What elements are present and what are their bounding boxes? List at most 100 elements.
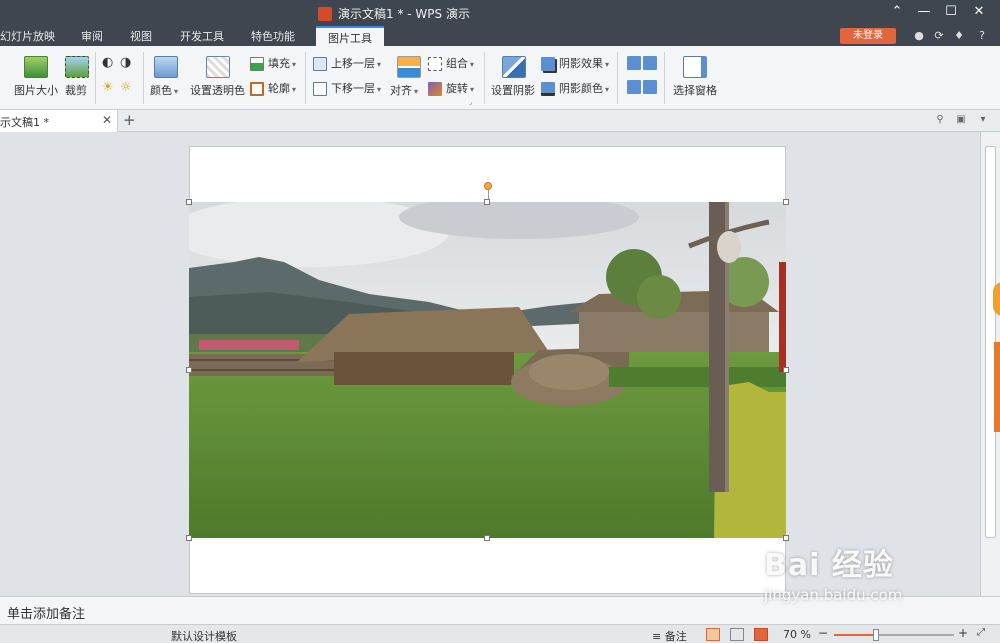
rotate-handle[interactable] — [484, 182, 492, 190]
resize-handle-right[interactable] — [783, 367, 789, 373]
chevron-up-icon[interactable]: ⌃ — [887, 4, 907, 19]
watermark-brand: Bai 经验 — [764, 548, 894, 583]
side-panel-toggle[interactable] — [993, 282, 1000, 316]
resize-handle-top[interactable] — [484, 199, 490, 205]
shirt-icon[interactable]: ♦ — [953, 30, 965, 42]
color-button-label: 颜色 — [150, 84, 172, 97]
bring-forward-icon — [313, 57, 327, 71]
ribbon-divider — [617, 52, 618, 104]
tab-special[interactable]: 特色功能 — [251, 28, 295, 44]
zoom-in-icon[interactable]: + — [958, 626, 968, 640]
picture-size-button[interactable]: 图片大小 — [14, 82, 58, 98]
ribbon — [0, 46, 1000, 110]
fit-window-icon[interactable]: ⤢ — [977, 627, 985, 638]
selection-pane-button[interactable]: 选择窗格 — [673, 82, 717, 98]
align-button[interactable]: 对齐 ▾ — [390, 82, 418, 98]
rotate-label: 旋转 — [446, 82, 468, 95]
play-slideshow-icon[interactable] — [754, 628, 768, 641]
design-template-label[interactable]: 默认设计模板 — [171, 628, 237, 643]
nudge-shadow-right-icon[interactable] — [643, 80, 661, 94]
send-backward-button[interactable]: 下移一层 ▾ — [313, 80, 381, 96]
dialog-launcher-icon[interactable]: ⌟ — [469, 98, 472, 106]
brightness-up-icon[interactable]: ☀ — [102, 80, 114, 95]
notes-placeholder: 单击添加备注 — [7, 607, 86, 622]
shadow-color-label: 阴影颜色 — [559, 82, 603, 95]
set-shadow-button[interactable]: 设置阴影 — [491, 82, 535, 98]
nudge-shadow-down-icon[interactable] — [643, 56, 661, 70]
crop-button[interactable]: 裁剪 — [65, 82, 87, 98]
set-transparent-button[interactable]: 设置透明色 — [190, 82, 245, 98]
bring-forward-label: 上移一层 — [331, 57, 375, 70]
login-button[interactable]: 未登录 — [840, 28, 896, 44]
tab-developer[interactable]: 开发工具 — [180, 28, 224, 44]
resize-handle-top-left[interactable] — [186, 199, 192, 205]
color-button[interactable]: 颜色 ▾ — [150, 82, 178, 98]
fill-label: 填充 — [268, 57, 290, 70]
window-title: 演示文稿1 * - WPS 演示 — [318, 5, 470, 22]
crop-icon — [65, 56, 89, 78]
group-icon — [428, 57, 442, 71]
pin-icon[interactable]: ⚲ — [934, 114, 946, 126]
resize-handle-top-right[interactable] — [783, 199, 789, 205]
side-panel-strip[interactable] — [994, 342, 1000, 432]
shadow-effect-button[interactable]: 阴影效果 ▾ — [541, 55, 609, 71]
title-bar: 演示文稿1 * - WPS 演示 ⌃ — ☐ ✕ — [0, 0, 1000, 26]
picture-size-icon — [24, 56, 48, 78]
zoom-percentage[interactable]: 70 % — [783, 628, 811, 641]
close-tab-icon[interactable]: ✕ — [102, 113, 112, 127]
zoom-slider-fill — [834, 634, 876, 636]
baidu-watermark: Bai 经验 jingyan.baidu.com — [764, 540, 902, 604]
group-button[interactable]: 组合 ▾ — [428, 55, 474, 71]
set-shadow-icon — [502, 56, 526, 78]
tab-picture-tools[interactable]: 图片工具 — [316, 26, 384, 46]
window-mode-icon[interactable]: ▣ — [955, 114, 967, 126]
document-tab[interactable]: 示文稿1 * ✕ — [0, 110, 118, 132]
zoom-out-icon[interactable]: − — [818, 626, 828, 640]
contrast-down-icon[interactable]: ◑ — [120, 55, 131, 70]
wps-logo-icon — [318, 6, 332, 21]
tab-view[interactable]: 视图 — [130, 28, 152, 44]
slide-sorter-icon[interactable] — [730, 628, 744, 641]
brightness-down-icon[interactable]: ☼ — [120, 80, 132, 95]
fill-button[interactable]: 填充 ▾ — [250, 55, 296, 71]
contrast-up-icon[interactable]: ◐ — [102, 55, 113, 70]
shadow-color-icon — [541, 82, 555, 96]
minimize-icon[interactable]: — — [914, 4, 934, 19]
normal-view-icon[interactable] — [706, 628, 720, 641]
tab-menu-icon[interactable]: ▾ — [977, 114, 989, 126]
close-icon[interactable]: ✕ — [969, 4, 989, 19]
ribbon-divider — [484, 52, 485, 104]
bring-forward-button[interactable]: 上移一层 ▾ — [313, 55, 381, 71]
new-tab-icon[interactable]: + — [123, 111, 136, 129]
transparent-color-icon — [206, 56, 230, 78]
shadow-effect-label: 阴影效果 — [559, 57, 603, 70]
sync-icon[interactable]: ⟳ — [933, 30, 945, 42]
rotate-button[interactable]: 旋转 ▾ — [428, 80, 474, 96]
group-label: 组合 — [446, 57, 468, 70]
outline-button[interactable]: 轮廓 ▾ — [250, 80, 296, 96]
tab-slideshow[interactable]: 幻灯片放映 — [0, 28, 55, 44]
send-backward-icon — [313, 82, 327, 96]
shadow-effect-icon — [541, 57, 555, 71]
notes-toggle-label: 备注 — [664, 630, 687, 643]
skin-icon[interactable]: ● — [913, 30, 925, 42]
maximize-icon[interactable]: ☐ — [941, 4, 961, 19]
ribbon-divider — [664, 52, 665, 104]
landscape-photo — [189, 202, 786, 538]
zoom-slider-knob[interactable] — [873, 629, 879, 641]
outline-label: 轮廓 — [268, 82, 290, 95]
resize-handle-bottom-left[interactable] — [186, 535, 192, 541]
shadow-color-button[interactable]: 阴影颜色 ▾ — [541, 80, 609, 96]
help-icon[interactable]: ? — [973, 30, 991, 42]
rotate-icon — [428, 82, 442, 96]
tab-review[interactable]: 审阅 — [81, 28, 103, 44]
resize-handle-left[interactable] — [186, 367, 192, 373]
resize-handle-bottom[interactable] — [484, 535, 490, 541]
zoom-slider[interactable] — [834, 629, 954, 641]
ribbon-divider — [95, 52, 96, 104]
align-icon — [397, 56, 421, 78]
notes-toggle-button[interactable]: ≡ 备注 — [652, 628, 687, 643]
watermark-url: jingyan.baidu.com — [764, 586, 903, 604]
document-tab-bar: 示文稿1 * ✕ + ⚲ ▣ ▾ — [0, 110, 1000, 132]
selected-picture[interactable] — [189, 202, 786, 538]
